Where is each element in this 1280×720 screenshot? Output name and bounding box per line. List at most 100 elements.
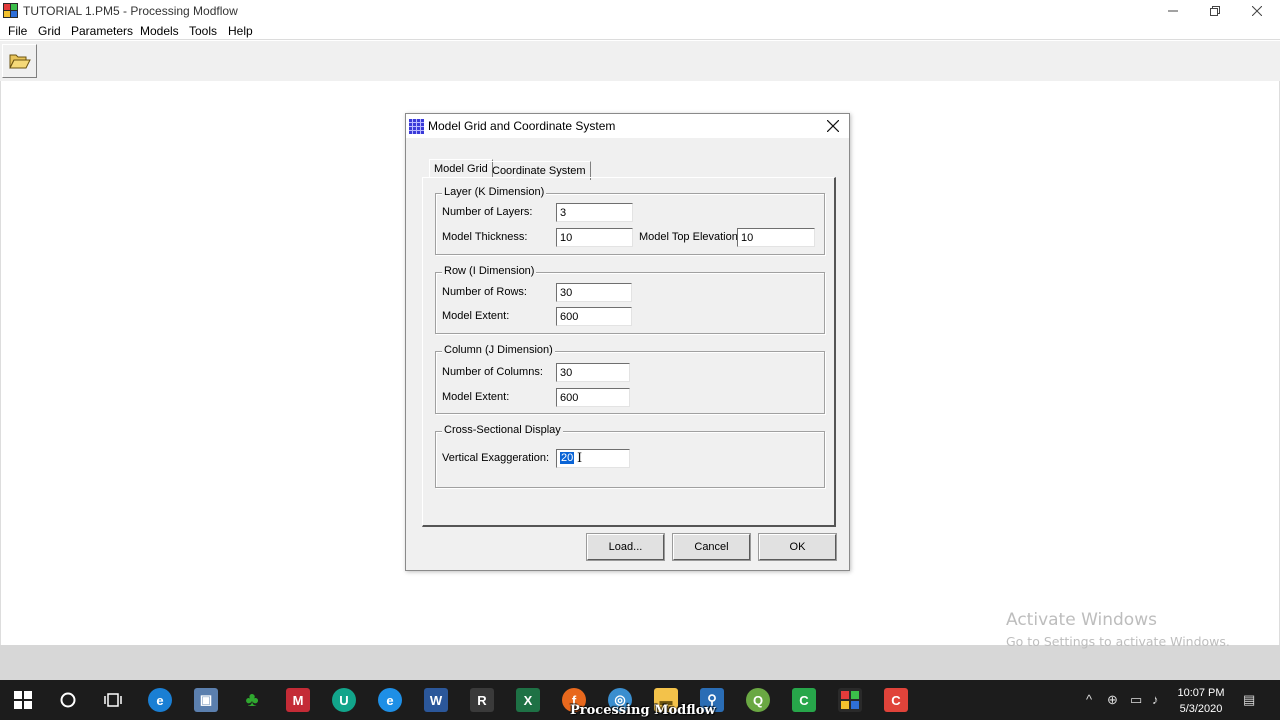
notifications-icon[interactable]: ▤ bbox=[1243, 692, 1255, 708]
app-window-icon: ▣ bbox=[199, 692, 213, 707]
open-folder-icon bbox=[8, 54, 31, 69]
layer-group-legend: Layer (K Dimension) bbox=[442, 186, 547, 198]
app-titlebar: TUTORIAL 1.PM5 - Processing Modflow bbox=[0, 0, 1280, 21]
word-icon: W bbox=[429, 692, 443, 708]
windows-logo-icon bbox=[14, 691, 32, 709]
system-clock[interactable]: 10:07 PM 5/3/2020 bbox=[1170, 685, 1232, 717]
column-model-extent-field[interactable] bbox=[556, 388, 630, 407]
num-columns-label: Number of Columns: bbox=[442, 366, 543, 378]
clock-date: 5/3/2020 bbox=[1179, 703, 1223, 715]
dialog-title: Model Grid and Coordinate System bbox=[428, 119, 616, 133]
model-top-elevation-field[interactable] bbox=[737, 228, 815, 247]
taskbar-app-tree[interactable]: ♣ bbox=[240, 688, 264, 712]
row-group: Row (I Dimension) Number of Rows: Model … bbox=[435, 265, 825, 334]
processing-modflow-app-icon bbox=[3, 3, 18, 18]
network-globe-icon[interactable]: ⊕ bbox=[1107, 692, 1118, 708]
processing-modflow-icon bbox=[841, 691, 859, 709]
activate-windows-watermark: Activate Windows Go to Settings to activ… bbox=[1006, 610, 1230, 649]
minimize-button[interactable] bbox=[1150, 0, 1196, 21]
c-green-icon: C bbox=[799, 692, 809, 708]
taskbar-edge[interactable]: e bbox=[148, 688, 172, 712]
menu-grid[interactable]: Grid bbox=[38, 24, 61, 38]
tab-model-grid[interactable]: Model Grid bbox=[429, 159, 493, 178]
task-view-button[interactable] bbox=[101, 688, 125, 712]
model-top-elevation-label: Model Top Elevation: bbox=[639, 231, 741, 243]
vertical-exaggeration-label: Vertical Exaggeration: bbox=[442, 452, 550, 464]
ie-icon: e bbox=[386, 692, 394, 708]
task-view-icon bbox=[104, 693, 122, 707]
ok-button[interactable]: OK bbox=[759, 534, 836, 560]
taskbar-processing-modflow[interactable] bbox=[838, 688, 862, 712]
tree-icon: ♣ bbox=[245, 688, 259, 711]
layer-group: Layer (K Dimension) Number of Layers: Mo… bbox=[435, 186, 825, 255]
menu-tools[interactable]: Tools bbox=[189, 24, 217, 38]
taskbar-mendeley[interactable]: M bbox=[286, 688, 310, 712]
menu-file[interactable]: File bbox=[8, 24, 27, 38]
app-title: TUTORIAL 1.PM5 - Processing Modflow bbox=[23, 4, 238, 18]
vertical-exaggeration-field[interactable]: 20 I bbox=[556, 449, 630, 468]
menu-parameters[interactable]: Parameters bbox=[71, 24, 133, 38]
start-button[interactable] bbox=[11, 688, 35, 712]
row-model-extent-field[interactable] bbox=[556, 307, 632, 326]
num-layers-label: Number of Layers: bbox=[442, 206, 533, 218]
taskbar-upwork[interactable]: U bbox=[332, 688, 356, 712]
c-red-icon: C bbox=[891, 692, 901, 708]
taskbar-app-2[interactable]: ▣ bbox=[194, 688, 218, 712]
model-grid-dialog: Model Grid and Coordinate System Model G… bbox=[405, 113, 850, 571]
menu-bar: File Grid Parameters Models Tools Help bbox=[0, 21, 1280, 40]
cross-sectional-group: Cross-Sectional Display Vertical Exagger… bbox=[435, 424, 825, 488]
close-window-button[interactable] bbox=[1234, 0, 1280, 21]
clock-time: 10:07 PM bbox=[1177, 687, 1225, 699]
column-model-extent-label: Model Extent: bbox=[442, 391, 510, 403]
volume-icon[interactable]: ♪ bbox=[1152, 692, 1159, 707]
text-cursor-icon: I bbox=[577, 451, 583, 466]
row-group-legend: Row (I Dimension) bbox=[442, 265, 537, 277]
column-group-legend: Column (J Dimension) bbox=[442, 344, 555, 356]
restore-button[interactable] bbox=[1192, 0, 1238, 21]
video-caption-overlay: Processing Modflow bbox=[570, 703, 716, 718]
num-rows-field[interactable] bbox=[556, 283, 632, 302]
taskbar-qgis[interactable]: Q bbox=[746, 688, 770, 712]
cancel-button[interactable]: Cancel bbox=[673, 534, 750, 560]
minimize-icon bbox=[1168, 10, 1178, 11]
num-rows-label: Number of Rows: bbox=[442, 286, 527, 298]
restore-icon bbox=[1210, 5, 1220, 16]
watermark-title: Activate Windows bbox=[1006, 610, 1157, 630]
toolbar bbox=[0, 41, 1280, 81]
load-button[interactable]: Load... bbox=[587, 534, 664, 560]
dialog-titlebar: Model Grid and Coordinate System bbox=[406, 114, 849, 138]
menu-models[interactable]: Models bbox=[140, 24, 179, 38]
cross-sectional-legend: Cross-Sectional Display bbox=[442, 424, 563, 436]
num-layers-field[interactable] bbox=[556, 203, 633, 222]
taskbar-camtasia-green[interactable]: C bbox=[792, 688, 816, 712]
dialog-close-button[interactable] bbox=[823, 116, 843, 136]
u-app-icon: U bbox=[339, 692, 349, 708]
open-file-button[interactable] bbox=[2, 44, 37, 78]
excel-icon: X bbox=[523, 692, 533, 708]
close-icon bbox=[1252, 5, 1262, 16]
taskbar-camtasia-red[interactable]: C bbox=[884, 688, 908, 712]
show-hidden-icons-chevron-icon[interactable]: ^ bbox=[1086, 692, 1092, 707]
close-icon bbox=[827, 120, 839, 132]
menu-help[interactable]: Help bbox=[228, 24, 253, 38]
watermark-subtitle: Go to Settings to activate Windows. bbox=[1006, 634, 1230, 649]
r-icon: R bbox=[477, 692, 487, 708]
taskbar-app-r[interactable]: R bbox=[470, 688, 494, 712]
qgis-icon: Q bbox=[752, 692, 764, 708]
selected-text: 20 bbox=[560, 452, 575, 464]
battery-icon[interactable]: ▭ bbox=[1130, 692, 1142, 708]
model-thickness-label: Model Thickness: bbox=[442, 231, 528, 243]
cortana-circle-icon bbox=[60, 692, 76, 708]
mendeley-icon: M bbox=[292, 692, 304, 708]
model-thickness-field[interactable] bbox=[556, 228, 633, 247]
taskbar-word[interactable]: W bbox=[424, 688, 448, 712]
edge-icon: e bbox=[156, 692, 164, 708]
taskbar-excel[interactable]: X bbox=[516, 688, 540, 712]
num-columns-field[interactable] bbox=[556, 363, 630, 382]
column-group: Column (J Dimension) Number of Columns: … bbox=[435, 344, 825, 414]
status-bar bbox=[0, 645, 1280, 680]
search-button[interactable] bbox=[56, 688, 80, 712]
model-grid-tab-panel: Layer (K Dimension) Number of Layers: Mo… bbox=[422, 177, 836, 527]
taskbar-internet-explorer[interactable]: e bbox=[378, 688, 402, 712]
grid-icon bbox=[409, 119, 424, 134]
